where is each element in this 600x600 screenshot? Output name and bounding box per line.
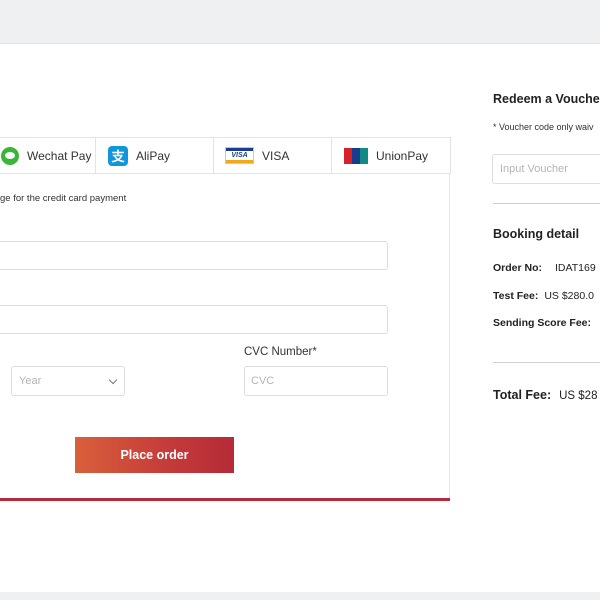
- payment-card-accent-line: [0, 498, 450, 501]
- order-no-label: Order No:: [493, 262, 543, 274]
- divider: [493, 203, 600, 204]
- test-fee-row: Test Fee: US $280.0: [493, 290, 594, 302]
- unionpay-icon: [344, 147, 368, 164]
- tab-label: VISA: [262, 148, 290, 163]
- top-bar: [0, 0, 600, 44]
- alipay-icon: 支: [108, 145, 128, 166]
- bottom-bar: [0, 592, 600, 600]
- tab-label: UnionPay: [376, 148, 429, 163]
- order-no-row: Order No: IDAT169: [493, 262, 596, 274]
- order-no-value: IDAT169: [555, 262, 596, 274]
- total-fee-row: Total Fee: US $28: [493, 388, 597, 402]
- tab-wechat-pay[interactable]: Wechat Pay: [0, 137, 96, 174]
- voucher-input[interactable]: Input Voucher: [492, 154, 600, 184]
- voucher-placeholder: Input Voucher: [500, 163, 568, 175]
- sending-fee-row: Sending Score Fee:: [493, 317, 591, 329]
- test-fee-value: US $280.0: [544, 290, 594, 302]
- divider: [493, 362, 600, 363]
- tab-alipay[interactable]: 支 AliPay: [96, 137, 214, 174]
- cvc-input[interactable]: CVC: [244, 366, 388, 396]
- tab-visa[interactable]: VISA VISA: [214, 137, 332, 174]
- sending-fee-label: Sending Score Fee:: [493, 317, 592, 329]
- visa-icon: VISA: [225, 147, 254, 164]
- place-order-button[interactable]: Place order: [75, 437, 234, 473]
- total-fee-label: Total Fee:: [493, 388, 552, 402]
- tab-unionpay[interactable]: UnionPay: [332, 137, 451, 174]
- voucher-note: * Voucher code only waiv: [493, 122, 594, 132]
- payment-method-tabs: Wechat Pay 支 AliPay VISA VISA UnionPay: [0, 137, 451, 174]
- wechat-icon: [1, 146, 19, 165]
- tab-label: Wechat Pay: [27, 148, 92, 163]
- tab-label: AliPay: [136, 148, 171, 163]
- expiry-year-select[interactable]: Year: [11, 366, 125, 396]
- test-fee-label: Test Fee:: [493, 290, 539, 302]
- cvc-label: CVC Number*: [244, 346, 317, 358]
- card-holder-input[interactable]: [0, 241, 388, 270]
- redeem-voucher-title: Redeem a Voucher: [493, 92, 600, 106]
- year-placeholder: Year: [19, 375, 42, 387]
- cvc-placeholder: CVC: [251, 375, 275, 387]
- total-fee-value: US $28: [559, 390, 598, 402]
- booking-detail-title: Booking detail: [493, 227, 580, 241]
- chevron-down-icon: [108, 375, 118, 384]
- payment-note: ge for the credit card payment: [0, 193, 127, 204]
- card-number-input[interactable]: [0, 305, 388, 334]
